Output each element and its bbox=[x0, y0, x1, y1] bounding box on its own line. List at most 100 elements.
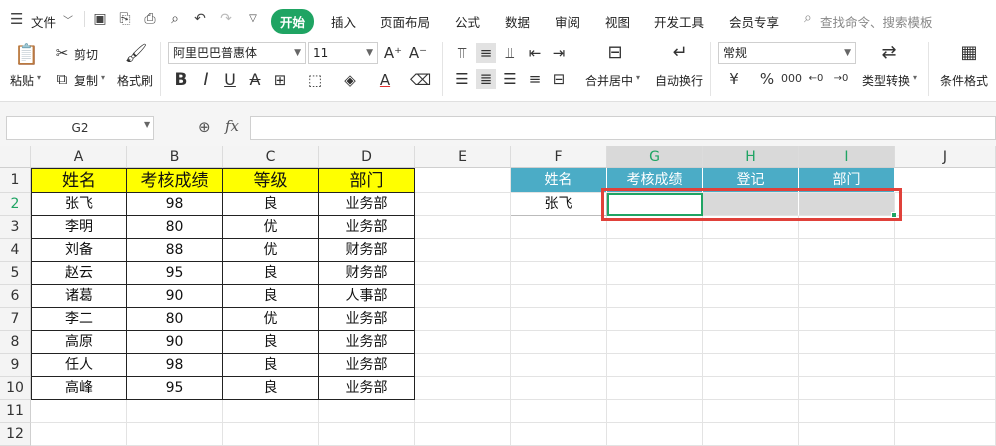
table1-cell[interactable]: 刘备 bbox=[31, 239, 127, 262]
table2-header-cell[interactable]: 考核成绩 bbox=[607, 168, 703, 193]
type-convert-button[interactable]: 类型转换 bbox=[862, 72, 910, 89]
table1-header-cell[interactable]: 部门 bbox=[319, 168, 415, 193]
table1-cell[interactable]: 人事部 bbox=[319, 285, 415, 308]
export-icon[interactable]: ⎘ bbox=[116, 10, 134, 28]
cell-j11[interactable] bbox=[895, 400, 996, 423]
table1-cell[interactable]: 业务部 bbox=[319, 216, 415, 239]
cell-b11[interactable] bbox=[127, 400, 223, 423]
table2-header-cell[interactable]: 部门 bbox=[799, 168, 895, 193]
column-header-i[interactable]: I bbox=[799, 146, 895, 168]
print-icon[interactable]: ⎙ bbox=[141, 10, 159, 28]
select-all-corner[interactable] bbox=[0, 146, 31, 168]
align-center-icon[interactable]: ≣ bbox=[476, 69, 496, 89]
merge-center-button[interactable]: 合并居中 bbox=[585, 72, 633, 89]
percent-icon[interactable]: % bbox=[757, 69, 777, 89]
cell-i12[interactable] bbox=[799, 423, 895, 446]
table1-cell[interactable]: 80 bbox=[127, 216, 223, 239]
font-name-select[interactable]: 阿里巴巴普惠体 ▼ bbox=[168, 42, 306, 64]
cell-i7[interactable] bbox=[799, 308, 895, 331]
row-header-3[interactable]: 3 bbox=[0, 216, 31, 239]
underline-icon[interactable]: U bbox=[220, 70, 240, 90]
number-format-select[interactable]: 常规 ▼ bbox=[718, 42, 856, 64]
cell-e2[interactable] bbox=[415, 193, 511, 216]
name-box[interactable]: G2 bbox=[6, 116, 154, 140]
cell-i5[interactable] bbox=[799, 262, 895, 285]
table1-cell[interactable]: 80 bbox=[127, 308, 223, 331]
cell-j4[interactable] bbox=[895, 239, 996, 262]
increase-font-icon[interactable]: A⁺ bbox=[383, 43, 403, 63]
hamburger-icon[interactable]: ☰ bbox=[10, 10, 23, 28]
cell-e10[interactable] bbox=[415, 377, 511, 400]
paste-icon[interactable]: 📋 bbox=[14, 44, 39, 68]
justify-icon[interactable]: ≡ bbox=[525, 69, 545, 89]
table1-cell[interactable]: 优 bbox=[223, 216, 319, 239]
table1-cell[interactable]: 财务部 bbox=[319, 262, 415, 285]
table2-header-cell[interactable]: 登记 bbox=[703, 168, 799, 193]
tab-developer[interactable]: 开发工具 bbox=[654, 12, 704, 31]
border-icon[interactable]: ⊞ bbox=[270, 70, 290, 90]
increase-indent-icon[interactable]: ⇥ bbox=[549, 43, 569, 63]
cell-i10[interactable] bbox=[799, 377, 895, 400]
cell-i8[interactable] bbox=[799, 331, 895, 354]
merge-center-icon[interactable]: ⊟ bbox=[603, 43, 627, 65]
table1-header-cell[interactable]: 等级 bbox=[223, 168, 319, 193]
row-header-2[interactable]: 2 bbox=[0, 193, 31, 216]
conditional-format-button[interactable]: 条件格式 bbox=[940, 72, 988, 89]
increase-decimal-icon[interactable]: ←0 bbox=[806, 69, 826, 89]
cell-e11[interactable] bbox=[415, 400, 511, 423]
cell-f6[interactable] bbox=[511, 285, 607, 308]
tab-view[interactable]: 视图 bbox=[605, 12, 630, 31]
chevron-down-icon[interactable]: ▼ bbox=[144, 120, 150, 129]
table1-cell[interactable]: 财务部 bbox=[319, 239, 415, 262]
column-header-c[interactable]: C bbox=[223, 146, 319, 168]
cell-j7[interactable] bbox=[895, 308, 996, 331]
currency-icon[interactable]: ¥ bbox=[724, 69, 744, 89]
copy-dropdown-icon[interactable]: ▾ bbox=[101, 73, 105, 82]
cell-d12[interactable] bbox=[319, 423, 415, 446]
table1-cell[interactable]: 高原 bbox=[31, 331, 127, 354]
table1-header-cell[interactable]: 姓名 bbox=[31, 168, 127, 193]
cell-d11[interactable] bbox=[319, 400, 415, 423]
table1-cell[interactable]: 诸葛 bbox=[31, 285, 127, 308]
auto-wrap-icon[interactable]: ↵ bbox=[668, 43, 692, 65]
decrease-font-icon[interactable]: A⁻ bbox=[408, 43, 428, 63]
column-header-a[interactable]: A bbox=[31, 146, 127, 168]
align-left-icon[interactable]: ☰ bbox=[452, 69, 472, 89]
cell-g12[interactable] bbox=[607, 423, 703, 446]
cell-j2[interactable] bbox=[895, 193, 996, 216]
eraser-icon[interactable]: ⌫ bbox=[410, 70, 431, 90]
table1-cell[interactable]: 良 bbox=[223, 354, 319, 377]
row-header-10[interactable]: 10 bbox=[0, 377, 31, 400]
row-header-5[interactable]: 5 bbox=[0, 262, 31, 285]
row-header-11[interactable]: 11 bbox=[0, 400, 31, 423]
column-header-d[interactable]: D bbox=[319, 146, 415, 168]
cell-h2[interactable] bbox=[703, 193, 799, 216]
cell-h8[interactable] bbox=[703, 331, 799, 354]
cell-e9[interactable] bbox=[415, 354, 511, 377]
cell-e1[interactable] bbox=[415, 168, 511, 193]
fx-label[interactable]: fx bbox=[225, 117, 239, 135]
chevron-down-icon[interactable]: ﹀ bbox=[63, 12, 73, 27]
table1-cell[interactable]: 98 bbox=[127, 193, 223, 216]
table2-name-cell[interactable]: 张飞 bbox=[511, 193, 607, 216]
cell-g3[interactable] bbox=[607, 216, 703, 239]
cell-j3[interactable] bbox=[895, 216, 996, 239]
cell-h10[interactable] bbox=[703, 377, 799, 400]
cell-h7[interactable] bbox=[703, 308, 799, 331]
cell-g10[interactable] bbox=[607, 377, 703, 400]
cell-f7[interactable] bbox=[511, 308, 607, 331]
decrease-indent-icon[interactable]: ⇤ bbox=[525, 43, 545, 63]
tab-insert[interactable]: 插入 bbox=[331, 12, 356, 31]
cell-g7[interactable] bbox=[607, 308, 703, 331]
cell-i6[interactable] bbox=[799, 285, 895, 308]
column-header-b[interactable]: B bbox=[127, 146, 223, 168]
cell-f9[interactable] bbox=[511, 354, 607, 377]
cell-i2[interactable] bbox=[799, 193, 895, 216]
format-painter-button[interactable]: 格式刷 bbox=[117, 72, 153, 89]
cell-j8[interactable] bbox=[895, 331, 996, 354]
cell-style-icon[interactable]: ⬚ bbox=[305, 70, 325, 90]
table1-cell[interactable]: 业务部 bbox=[319, 377, 415, 400]
tab-formulas[interactable]: 公式 bbox=[455, 12, 480, 31]
type-convert-icon[interactable]: ⇄ bbox=[877, 43, 901, 65]
cell-i9[interactable] bbox=[799, 354, 895, 377]
